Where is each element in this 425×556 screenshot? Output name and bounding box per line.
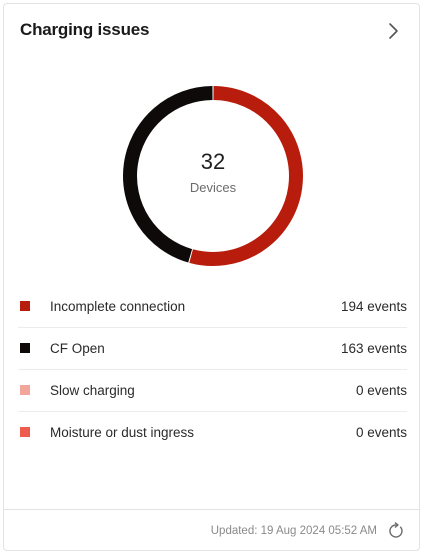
card-footer: Updated: 19 Aug 2024 05:52 AM xyxy=(4,509,419,552)
legend-value: 194 events xyxy=(340,299,407,314)
legend-swatch xyxy=(20,301,30,311)
legend-value: 0 events xyxy=(355,425,407,440)
card-title: Charging issues xyxy=(20,20,150,39)
donut-svg xyxy=(123,86,303,266)
legend-label: Moisture or dust ingress xyxy=(50,425,195,440)
legend-item-incomplete-connection[interactable]: Incomplete connection 194 events xyxy=(18,286,407,328)
legend-label: CF Open xyxy=(50,341,105,356)
legend-item-slow-charging[interactable]: Slow charging 0 events xyxy=(18,370,407,412)
legend-swatch xyxy=(20,385,30,395)
legend-swatch xyxy=(20,343,30,353)
legend-list: Incomplete connection 194 events CF Open… xyxy=(18,286,407,454)
legend-label: Incomplete connection xyxy=(50,299,186,314)
updated-timestamp: Updated: 19 Aug 2024 05:52 AM xyxy=(210,525,377,537)
legend-item-moisture-or-dust-ingress[interactable]: Moisture or dust ingress 0 events xyxy=(18,412,407,454)
device-count-label: Devices xyxy=(189,180,237,195)
refresh-icon[interactable] xyxy=(387,522,405,540)
legend-value: 163 events xyxy=(340,341,407,356)
legend-label: Slow charging xyxy=(50,383,135,398)
card-header: Charging issues xyxy=(4,4,419,60)
donut-segment-incomplete-connection[interactable] xyxy=(189,86,303,266)
legend-swatch xyxy=(20,427,30,437)
charging-issues-card: Charging issues 32 Devices Incomplete co… xyxy=(3,3,420,551)
device-count: 32 xyxy=(200,149,226,174)
chevron-right-icon[interactable] xyxy=(383,21,403,41)
legend-value: 0 events xyxy=(355,383,407,398)
donut-chart: 32 Devices xyxy=(121,84,305,268)
legend-item-cf-open[interactable]: CF Open 163 events xyxy=(18,328,407,370)
